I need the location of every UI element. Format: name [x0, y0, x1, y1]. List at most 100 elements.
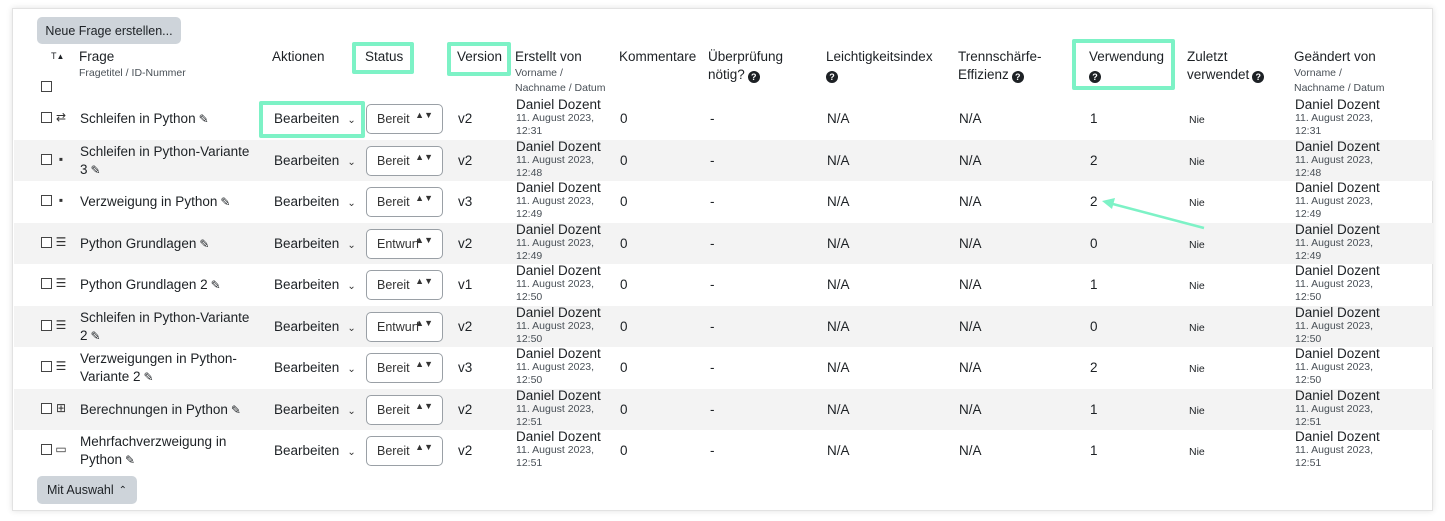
created-by: Daniel Dozent 11. August 2023, 12:50: [516, 347, 601, 387]
header-erstellt-sub2[interactable]: Nachname / Datum: [515, 81, 605, 96]
with-selection-button[interactable]: Mit Auswahl ⌃: [37, 476, 137, 504]
question-title[interactable]: Schleifen in Python-Variante 2 ✎: [80, 309, 249, 345]
help-icon[interactable]: ?: [747, 71, 760, 83]
comments-count[interactable]: 0: [620, 110, 628, 128]
row-checkbox[interactable]: [41, 444, 52, 455]
edit-menu-button[interactable]: Bearbeiten ⌄: [274, 276, 356, 296]
usage-count[interactable]: 2: [1090, 152, 1098, 170]
pencil-icon[interactable]: ✎: [211, 278, 221, 292]
sort-type-toggle[interactable]: T▲: [51, 47, 64, 66]
help-icon[interactable]: ?: [1011, 71, 1024, 83]
status-select[interactable]: Bereit ▲▼: [366, 187, 443, 217]
header-trennschaerfe[interactable]: Trennschärfe- Effizienz?: [958, 48, 1042, 84]
question-title[interactable]: Schleifen in Python-Variante 3 ✎: [80, 143, 249, 179]
comments-count[interactable]: 0: [620, 235, 628, 253]
pencil-icon[interactable]: ✎: [220, 195, 230, 209]
pencil-icon[interactable]: ✎: [231, 403, 241, 417]
header-erstellt-label: Erstellt von: [515, 49, 582, 64]
usage-count[interactable]: 0: [1090, 235, 1098, 253]
usage-count[interactable]: 1: [1090, 442, 1098, 460]
modifier-time: 12:50: [1295, 374, 1322, 386]
question-title[interactable]: Mehrfachverzweigung in Python ✎: [80, 433, 226, 469]
usage-count[interactable]: 2: [1090, 193, 1098, 211]
row-checkbox[interactable]: [41, 195, 52, 206]
row-checkbox[interactable]: [41, 319, 52, 331]
status-select[interactable]: Bereit ▲▼: [366, 394, 443, 425]
question-title[interactable]: Python Grundlagen ✎: [80, 235, 209, 253]
question-title[interactable]: Verzweigungen in Python- Variante 2 ✎: [80, 350, 237, 386]
header-erstellt-sub1[interactable]: Vorname /: [515, 66, 605, 81]
modified-by: Daniel Dozent 11. August 2023, 12:49: [1295, 222, 1380, 263]
edit-menu-button[interactable]: Bearbeiten ⌄: [274, 110, 356, 130]
question-title[interactable]: Schleifen in Python ✎: [80, 110, 209, 128]
row-checkbox[interactable]: [41, 153, 52, 165]
comments-count[interactable]: 0: [620, 442, 628, 460]
comments-count[interactable]: 0: [620, 359, 628, 377]
gapselect-icon: ▪: [58, 151, 64, 166]
header-status[interactable]: Status: [365, 48, 403, 66]
edit-menu-button[interactable]: Bearbeiten ⌄: [274, 318, 356, 338]
edit-menu-button[interactable]: Bearbeiten ⌄: [274, 359, 356, 379]
header-leichtigkeit[interactable]: Leichtigkeitsindex ?: [826, 48, 933, 84]
create-question-button[interactable]: Neue Frage erstellen...: [37, 17, 181, 44]
create-question-label: Neue Frage erstellen...: [45, 23, 173, 38]
pencil-icon[interactable]: ✎: [144, 370, 154, 384]
row-checkbox[interactable]: [41, 278, 52, 289]
edit-menu-button[interactable]: Bearbeiten ⌄: [274, 401, 356, 421]
select-all-checkbox[interactable]: [41, 81, 52, 92]
status-select[interactable]: Entwurf ▲▼: [366, 228, 443, 259]
header-frage-sub[interactable]: Fragetitel / ID-Nummer: [79, 66, 186, 81]
usage-count[interactable]: 1: [1090, 276, 1098, 294]
comments-count[interactable]: 0: [620, 401, 628, 419]
pencil-icon[interactable]: ✎: [125, 453, 135, 467]
row-checkbox[interactable]: [41, 236, 52, 248]
status-select[interactable]: Bereit ▲▼: [366, 353, 443, 383]
comments-count[interactable]: 0: [620, 193, 628, 211]
row-checkbox[interactable]: [41, 112, 52, 123]
comments-count[interactable]: 0: [620, 318, 628, 336]
row-checkbox[interactable]: [41, 361, 52, 372]
sort-asc-icon: ▲: [56, 52, 65, 61]
header-frage[interactable]: Frage Fragetitel / ID-Nummer: [79, 48, 186, 81]
pencil-icon[interactable]: ✎: [199, 112, 209, 126]
pencil-icon[interactable]: ✎: [199, 237, 209, 251]
edit-menu-button[interactable]: Bearbeiten ⌄: [274, 193, 356, 213]
status-select[interactable]: Entwurf ▲▼: [366, 311, 443, 342]
ease-index: N/A: [827, 111, 850, 126]
help-icon[interactable]: ?: [826, 71, 838, 83]
header-erstellt[interactable]: Erstellt von Vorname / Nachname / Datum: [515, 48, 605, 96]
question-title[interactable]: Verzweigung in Python ✎: [80, 193, 230, 211]
header-ueberpruefung[interactable]: Überprüfung nötig??: [708, 48, 783, 84]
header-geaendert-sub2[interactable]: Nachname / Datum: [1294, 81, 1384, 96]
comments-count[interactable]: 0: [620, 152, 628, 170]
status-select[interactable]: Bereit ▲▼: [366, 145, 443, 176]
help-icon[interactable]: ?: [1252, 71, 1265, 83]
header-version[interactable]: Version: [457, 48, 502, 66]
usage-count[interactable]: 1: [1090, 401, 1098, 419]
header-zuletzt[interactable]: Zuletzt verwendet?: [1187, 48, 1265, 84]
header-geaendert[interactable]: Geändert von Vorname / Nachname / Datum: [1294, 48, 1384, 96]
header-kommentare[interactable]: Kommentare: [619, 48, 696, 66]
pencil-icon[interactable]: ✎: [91, 163, 101, 177]
status-select[interactable]: Bereit ▲▼: [366, 436, 443, 466]
shortanswer-icon: ▭: [55, 442, 67, 456]
edit-menu-button[interactable]: Bearbeiten ⌄: [274, 442, 356, 462]
table-row: ☰ Verzweigungen in Python- Variante 2 ✎ Bear…: [14, 347, 1433, 389]
edit-menu-button[interactable]: Bearbeiten ⌄: [274, 152, 356, 172]
header-verwendung[interactable]: Verwendung ?: [1089, 48, 1164, 84]
header-geaendert-sub1[interactable]: Vorname /: [1294, 66, 1384, 81]
pencil-icon[interactable]: ✎: [91, 329, 101, 343]
row-checkbox[interactable]: [41, 402, 52, 414]
edit-menu-button[interactable]: Bearbeiten ⌄: [274, 235, 356, 255]
usage-count[interactable]: 0: [1090, 318, 1098, 336]
help-icon[interactable]: ?: [1089, 71, 1101, 83]
last-used: Nie: [1189, 114, 1205, 126]
edit-menu-label: Bearbeiten: [274, 443, 340, 458]
usage-count[interactable]: 1: [1090, 110, 1098, 128]
status-select[interactable]: Bereit ▲▼: [366, 104, 443, 134]
question-title[interactable]: Berechnungen in Python ✎: [80, 401, 241, 419]
comments-count[interactable]: 0: [620, 276, 628, 294]
status-select[interactable]: Bereit ▲▼: [366, 270, 443, 300]
usage-count[interactable]: 2: [1090, 359, 1098, 377]
question-title[interactable]: Python Grundlagen 2 ✎: [80, 276, 221, 294]
